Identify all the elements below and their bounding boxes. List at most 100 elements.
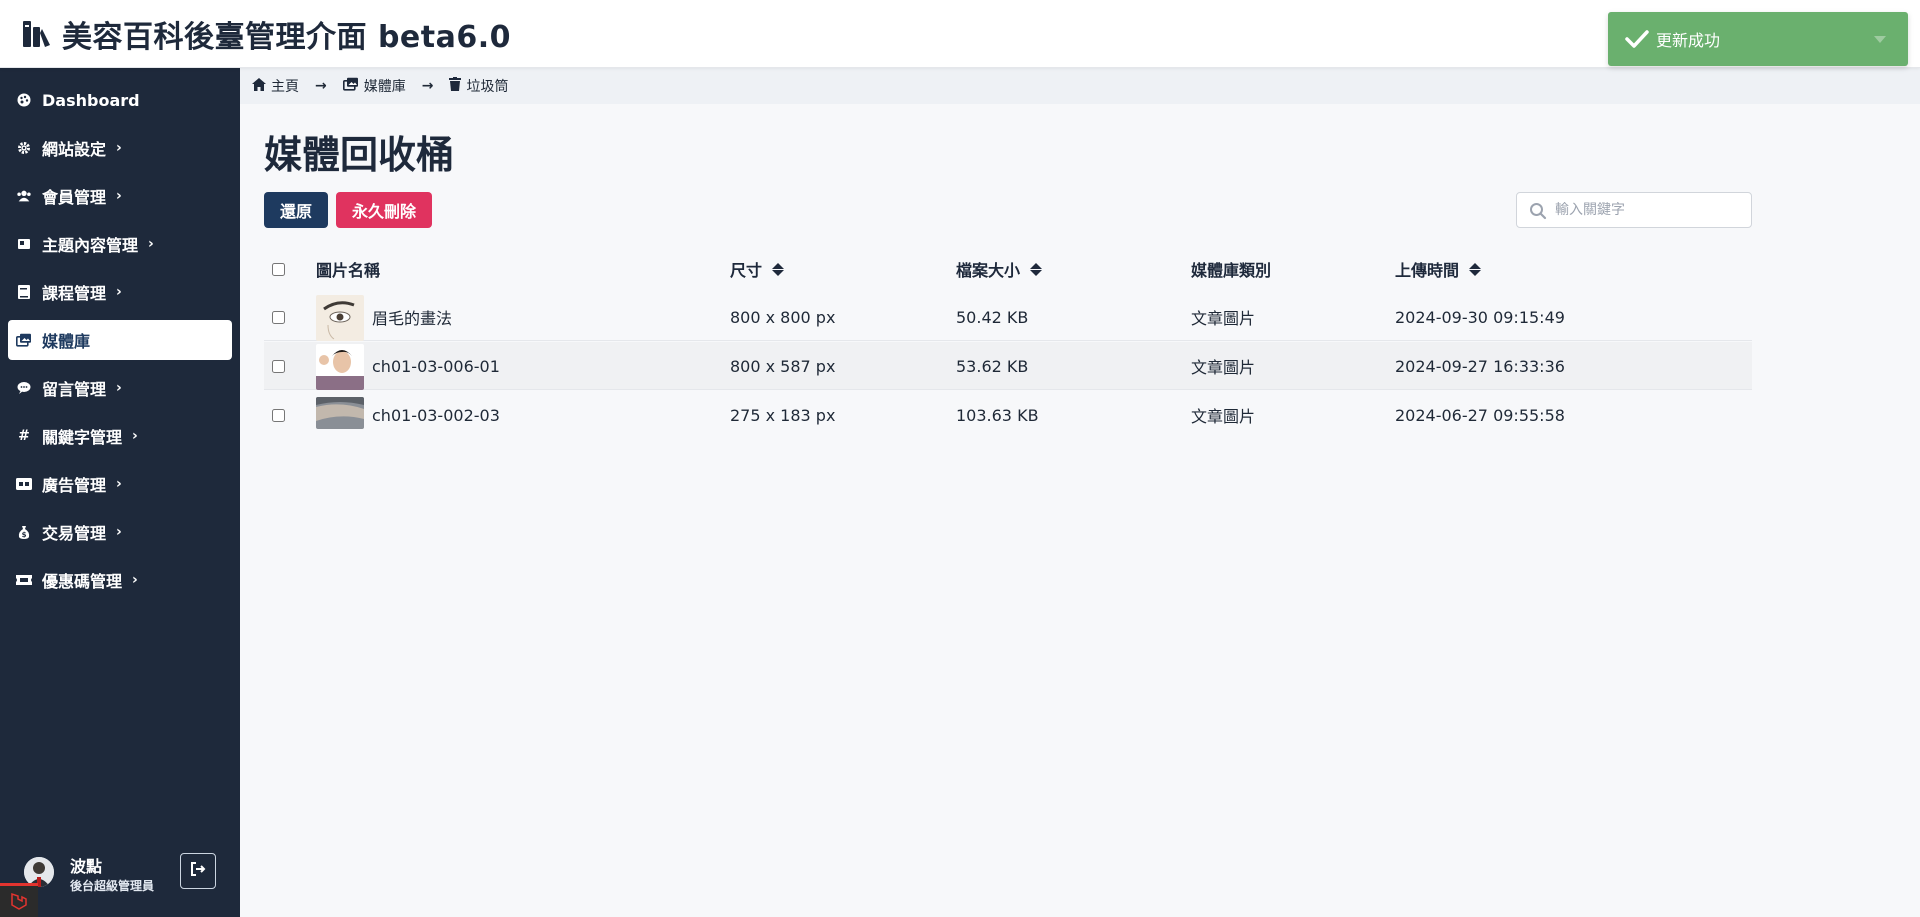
sidebar-item-label: 留言管理 [42, 380, 107, 399]
ticket-icon [16, 572, 32, 588]
column-header-filesize[interactable]: 檔案大小 [956, 248, 1043, 290]
book-open-icon [16, 236, 32, 252]
home-icon [252, 77, 266, 95]
file-size: 103.63 KB [956, 405, 1039, 425]
images-icon [16, 332, 32, 348]
sort-icon[interactable] [1469, 262, 1482, 276]
sidebar-item-members[interactable]: 會員管理 › [8, 176, 232, 216]
laravel-debug-badge[interactable] [0, 883, 38, 917]
upload-time: 2024-09-30 09:15:49 [1395, 307, 1565, 327]
sidebar-item-label: 廣告管理 [42, 476, 107, 495]
file-size: 53.62 KB [956, 356, 1029, 376]
app-title: 美容百科後臺管理介面 beta6.0 [62, 19, 511, 55]
column-label: 上傳時間 [1395, 261, 1460, 280]
select-all-cell [272, 248, 285, 290]
table-row[interactable]: ch01-03-006-01 800 x 587 px 53.62 KB 文章圖… [264, 342, 1752, 390]
sort-icon[interactable] [772, 262, 785, 276]
breadcrumb-trash[interactable]: 垃圾筒 [449, 76, 508, 96]
breadcrumb-label: 媒體庫 [363, 79, 406, 95]
images-icon [342, 77, 359, 95]
sidebar-item-keywords[interactable]: # 關鍵字管理 › [8, 416, 232, 456]
laravel-book-icon [22, 19, 52, 49]
sidebar-item-theme-content[interactable]: 主題內容管理 › [8, 224, 232, 264]
chevron-right-icon: › [116, 380, 122, 396]
sidebar-item-ads[interactable]: 廣告管理 › [8, 464, 232, 504]
sidebar-item-courses[interactable]: 課程管理 › [8, 272, 232, 312]
select-all-checkbox[interactable] [272, 262, 285, 276]
gear-icon [16, 140, 32, 156]
comment-icon [16, 380, 32, 396]
media-category: 文章圖片 [1191, 309, 1256, 328]
user-role: 後台超級管理員 [70, 879, 155, 893]
book-icon [16, 284, 32, 300]
upload-time: 2024-06-27 09:55:58 [1395, 405, 1565, 425]
ad-icon [16, 476, 32, 492]
sidebar-item-label: 會員管理 [42, 188, 107, 207]
permanent-delete-button[interactable]: 永久刪除 [336, 192, 432, 228]
thumbnail-image[interactable] [316, 344, 364, 390]
toast-message: 更新成功 [1656, 31, 1721, 50]
row-checkbox[interactable] [272, 310, 285, 324]
sidebar: Dashboard 網站設定 › 會員管理 › 主題內容管理 › 課程管理 › … [0, 68, 240, 917]
chevron-right-icon: › [148, 236, 154, 252]
breadcrumb-media-library[interactable]: 媒體庫 [342, 76, 406, 96]
sidebar-item-media-library[interactable]: 媒體庫 [8, 320, 232, 360]
arrow-right-icon: → [315, 78, 327, 94]
restore-button[interactable]: 還原 [264, 192, 328, 228]
sidebar-item-label: Dashboard [42, 90, 140, 110]
chevron-right-icon: › [132, 572, 138, 588]
media-category: 文章圖片 [1191, 358, 1256, 377]
sidebar-item-site-settings[interactable]: 網站設定 › [8, 128, 232, 168]
row-checkbox[interactable] [272, 359, 285, 373]
file-name: 眉毛的畫法 [372, 309, 453, 328]
search-input[interactable] [1555, 202, 1735, 218]
breadcrumb-home[interactable]: 主頁 [252, 76, 299, 96]
success-toast[interactable]: 更新成功 [1608, 12, 1908, 66]
sidebar-item-transactions[interactable]: $ 交易管理 › [8, 512, 232, 552]
table-row[interactable]: 眉毛的畫法 800 x 800 px 50.42 KB 文章圖片 2024-09… [264, 293, 1752, 341]
sort-icon[interactable] [1030, 262, 1043, 276]
breadcrumb-label: 垃圾筒 [466, 79, 509, 95]
image-dimensions: 800 x 800 px [730, 307, 836, 327]
caret-down-icon [1874, 36, 1886, 43]
sidebar-item-coupons[interactable]: 優惠碼管理 › [8, 560, 232, 600]
check-icon [1624, 26, 1650, 52]
row-select-cell [272, 391, 285, 439]
column-header-uploaded[interactable]: 上傳時間 [1395, 248, 1482, 290]
row-select-cell [272, 293, 285, 341]
breadcrumb: 主頁 → 媒體庫 → 垃圾筒 [240, 68, 1920, 104]
sidebar-item-dashboard[interactable]: Dashboard [8, 80, 232, 120]
search-icon [1529, 202, 1547, 220]
column-label: 媒體庫類別 [1191, 261, 1272, 280]
users-icon [16, 188, 32, 204]
trash-icon [449, 77, 462, 95]
upload-time: 2024-09-27 16:33:36 [1395, 356, 1565, 376]
search-box [1516, 192, 1752, 228]
arrow-right-icon: → [421, 78, 434, 94]
sidebar-item-comments[interactable]: 留言管理 › [8, 368, 232, 408]
column-header-size[interactable]: 尺寸 [730, 248, 785, 290]
thumbnail-image[interactable] [316, 295, 364, 341]
image-dimensions: 800 x 587 px [730, 356, 836, 376]
sidebar-item-label: 媒體庫 [42, 332, 91, 351]
column-label: 檔案大小 [956, 261, 1021, 280]
breadcrumb-label: 主頁 [271, 79, 299, 95]
column-label: 圖片名稱 [316, 261, 381, 280]
image-dimensions: 275 x 183 px [730, 405, 836, 425]
user-panel: 波點 後台超級管理員 [0, 847, 240, 917]
sidebar-item-label: 課程管理 [42, 284, 107, 303]
row-checkbox[interactable] [272, 408, 285, 422]
column-header-category: 媒體庫類別 [1191, 248, 1271, 290]
chevron-right-icon: › [116, 476, 122, 492]
svg-text:$: $ [22, 531, 27, 539]
user-name: 波點 [70, 857, 103, 876]
thumbnail-image[interactable] [316, 397, 364, 429]
column-header-name: 圖片名稱 [316, 248, 380, 290]
media-category: 文章圖片 [1191, 407, 1256, 426]
table-row[interactable]: ch01-03-002-03 275 x 183 px 103.63 KB 文章… [264, 391, 1752, 439]
palette-icon [16, 92, 32, 108]
hashtag-icon: # [18, 428, 30, 444]
chevron-right-icon: › [116, 284, 122, 300]
logout-button[interactable] [180, 853, 216, 889]
sign-out-icon [190, 861, 206, 881]
